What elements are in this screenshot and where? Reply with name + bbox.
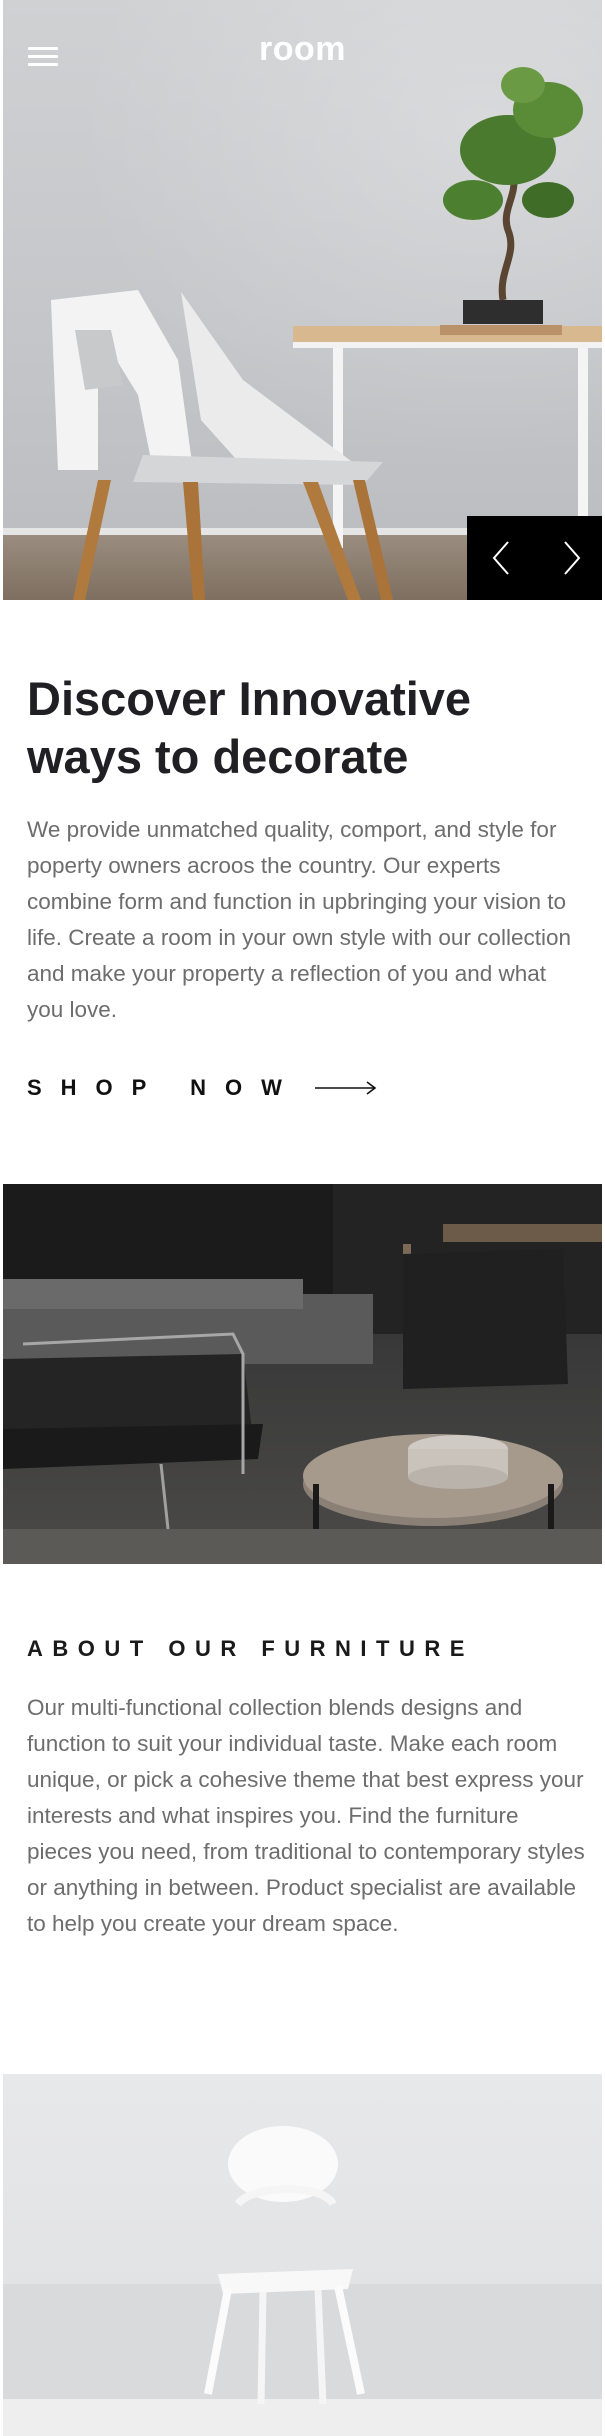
white-chair-image — [3, 2074, 602, 2436]
chevron-right-icon — [563, 541, 580, 575]
slider-prev-button[interactable] — [467, 516, 536, 600]
about-title: ABOUT OUR FURNITURE — [27, 1636, 474, 1661]
intro-paragraph: We provide unmatched quality, comport, a… — [27, 817, 571, 1022]
dark-interior-image — [3, 1184, 602, 1564]
hero-furniture-illustration — [51, 67, 602, 600]
chevron-left-icon — [492, 541, 509, 575]
intro-title-line-1: Discover Innovative — [27, 672, 472, 725]
shop-now-label: SHOP NOW — [27, 1075, 301, 1100]
shop-now-link[interactable]: SHOP NOW — [27, 1075, 377, 1101]
about-paragraph: Our multi-functional collection blends d… — [27, 1695, 585, 1936]
white-chair-illustration — [3, 2126, 602, 2436]
slider-controls — [467, 516, 602, 600]
brand-logo[interactable]: room — [3, 30, 602, 69]
arrow-right-icon — [314, 1081, 377, 1095]
intro-title-line-2: ways to decorate — [27, 730, 409, 783]
dark-interior-illustration — [3, 1184, 602, 1564]
hero-image: room — [3, 0, 602, 600]
intro-title: Discover Innovative ways to decorate — [27, 670, 587, 786]
slider-next-button[interactable] — [536, 516, 602, 600]
